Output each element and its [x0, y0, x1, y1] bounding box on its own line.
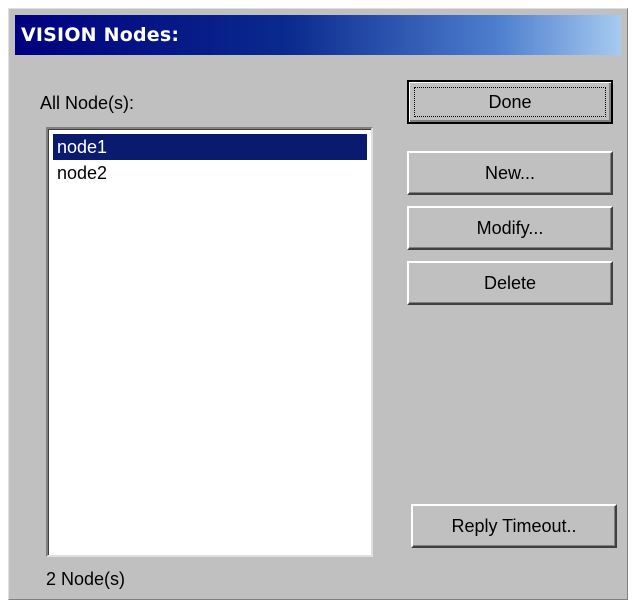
title-bar: VISION Nodes:	[15, 15, 621, 55]
done-button-label: Done	[488, 92, 532, 112]
all-nodes-label: All Node(s):	[40, 93, 135, 113]
done-button[interactable]: Done	[407, 80, 613, 124]
vision-nodes-dialog: VISION Nodes: All Node(s): node1 node2 2…	[8, 8, 628, 600]
delete-button[interactable]: Delete	[407, 261, 613, 305]
new-button-label: New...	[484, 163, 536, 183]
reply-timeout-button[interactable]: Reply Timeout..	[411, 504, 617, 548]
list-item-node2[interactable]: node2	[53, 160, 367, 186]
list-item-node1[interactable]: node1	[53, 134, 367, 160]
modify-button[interactable]: Modify...	[407, 206, 613, 250]
reply-timeout-button-label: Reply Timeout..	[451, 516, 577, 536]
node-count-label: 2 Node(s)	[46, 569, 126, 589]
listbox-inner: node1 node2	[48, 129, 371, 555]
nodes-listbox[interactable]: node1 node2	[46, 127, 373, 557]
dialog-title: VISION Nodes:	[21, 24, 180, 46]
new-button[interactable]: New...	[407, 151, 613, 195]
modify-button-label: Modify...	[476, 218, 544, 238]
delete-button-label: Delete	[483, 273, 537, 293]
